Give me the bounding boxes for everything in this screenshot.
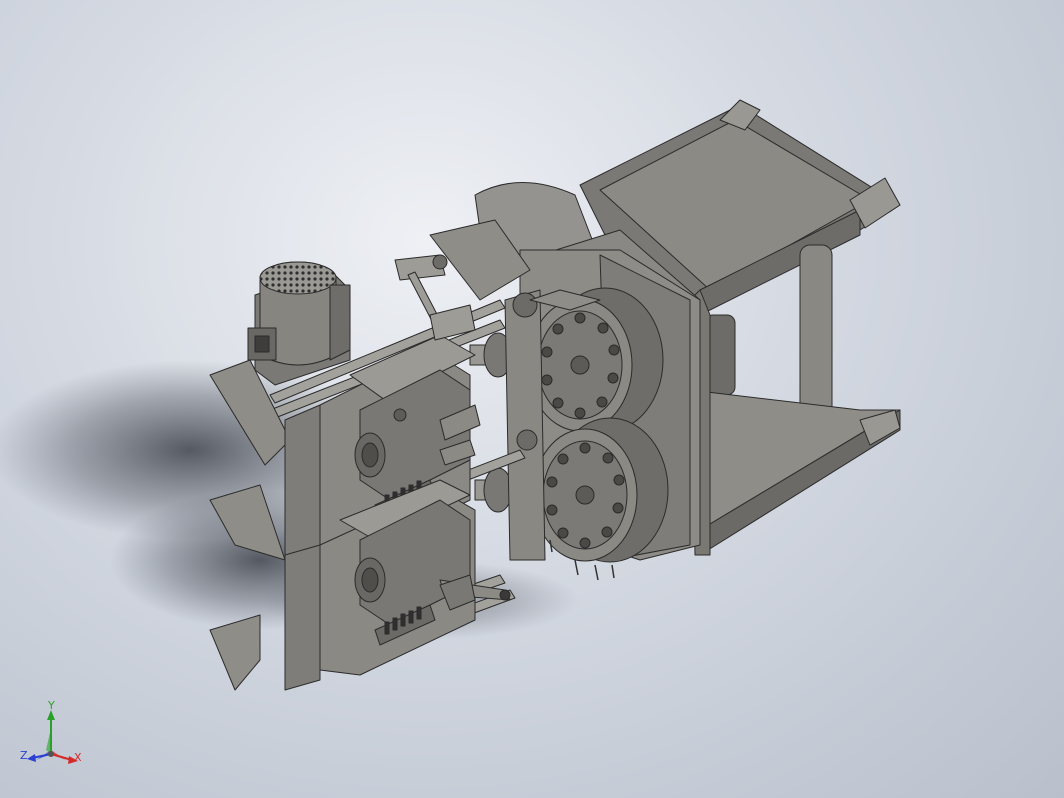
cad-viewport[interactable]: Y X Z [0, 0, 1064, 798]
electric-motor [247, 261, 351, 386]
triad-x-label: X [74, 751, 82, 764]
triad-y-label: Y [48, 699, 55, 712]
orientation-triad[interactable]: Y X Z [18, 700, 88, 772]
triad-z-label: Z [20, 749, 28, 762]
assembly-model[interactable] [0, 0, 1064, 798]
